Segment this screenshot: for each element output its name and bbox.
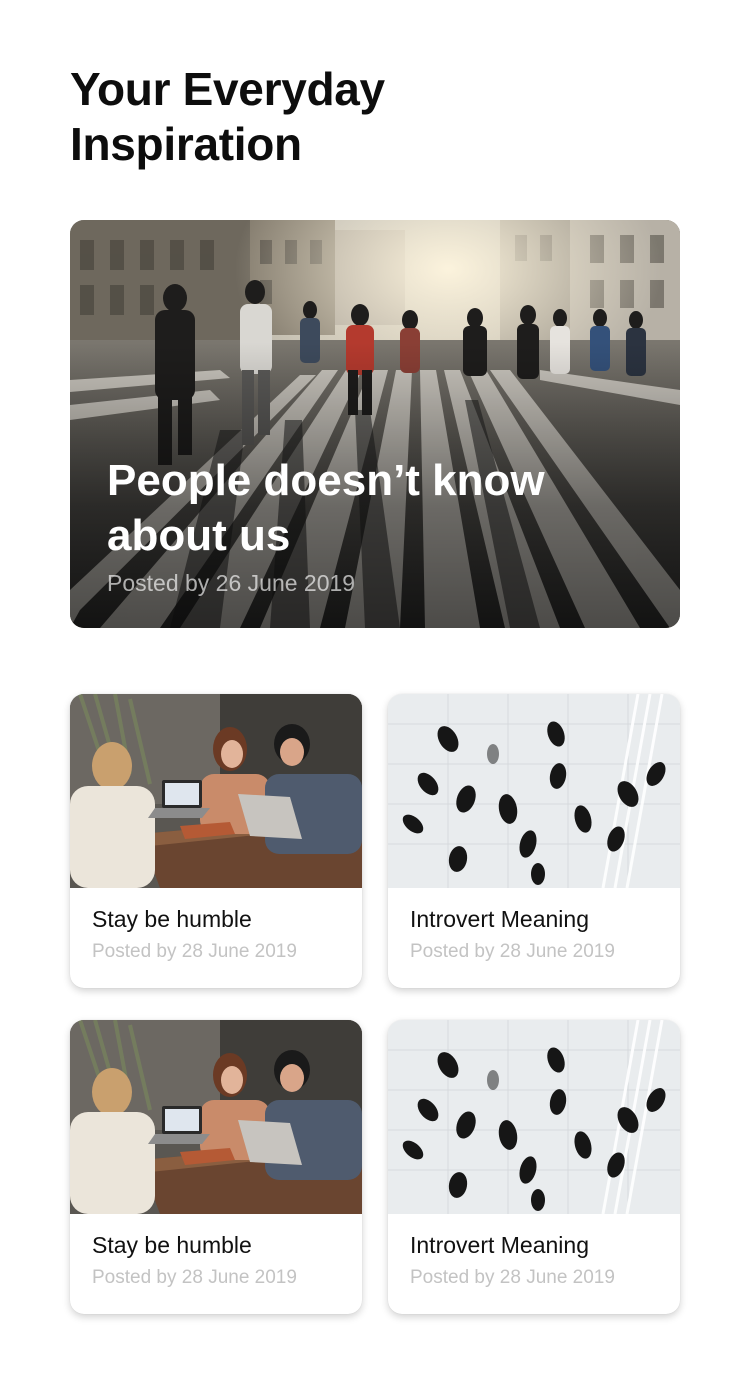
featured-post-date: Posted by 26 June 2019 — [107, 570, 356, 596]
aerial-walkers-image — [388, 694, 680, 888]
post-date: Posted by 28 June 2019 — [410, 941, 615, 962]
friends-cafe-laptops-image — [70, 1020, 362, 1214]
post-date: Posted by 28 June 2019 — [92, 941, 297, 962]
post-card[interactable]: Introvert Meaning Posted by 28 June 2019 — [388, 1020, 680, 1314]
post-card[interactable]: Stay be humble Posted by 28 June 2019 — [70, 1020, 362, 1314]
post-date: Posted by 28 June 2019 — [92, 1267, 297, 1288]
post-title: Stay be humble — [92, 906, 252, 932]
aerial-walkers-image — [388, 1020, 680, 1214]
friends-cafe-laptops-image — [70, 694, 362, 888]
featured-post-title[interactable]: People doesn’t know about us — [107, 453, 647, 563]
post-title: Introvert Meaning — [410, 906, 589, 932]
featured-post-card[interactable]: People doesn’t know about us Posted by 2… — [70, 220, 680, 628]
page-title: Your Everyday Inspiration — [70, 63, 385, 170]
post-date: Posted by 28 June 2019 — [410, 1267, 615, 1288]
hero-gradient-overlay — [70, 220, 680, 628]
post-title: Stay be humble — [92, 1232, 252, 1258]
post-card[interactable]: Introvert Meaning Posted by 28 June 2019 — [388, 694, 680, 988]
post-card[interactable]: Stay be humble Posted by 28 June 2019 — [70, 694, 362, 988]
post-title: Introvert Meaning — [410, 1232, 589, 1258]
